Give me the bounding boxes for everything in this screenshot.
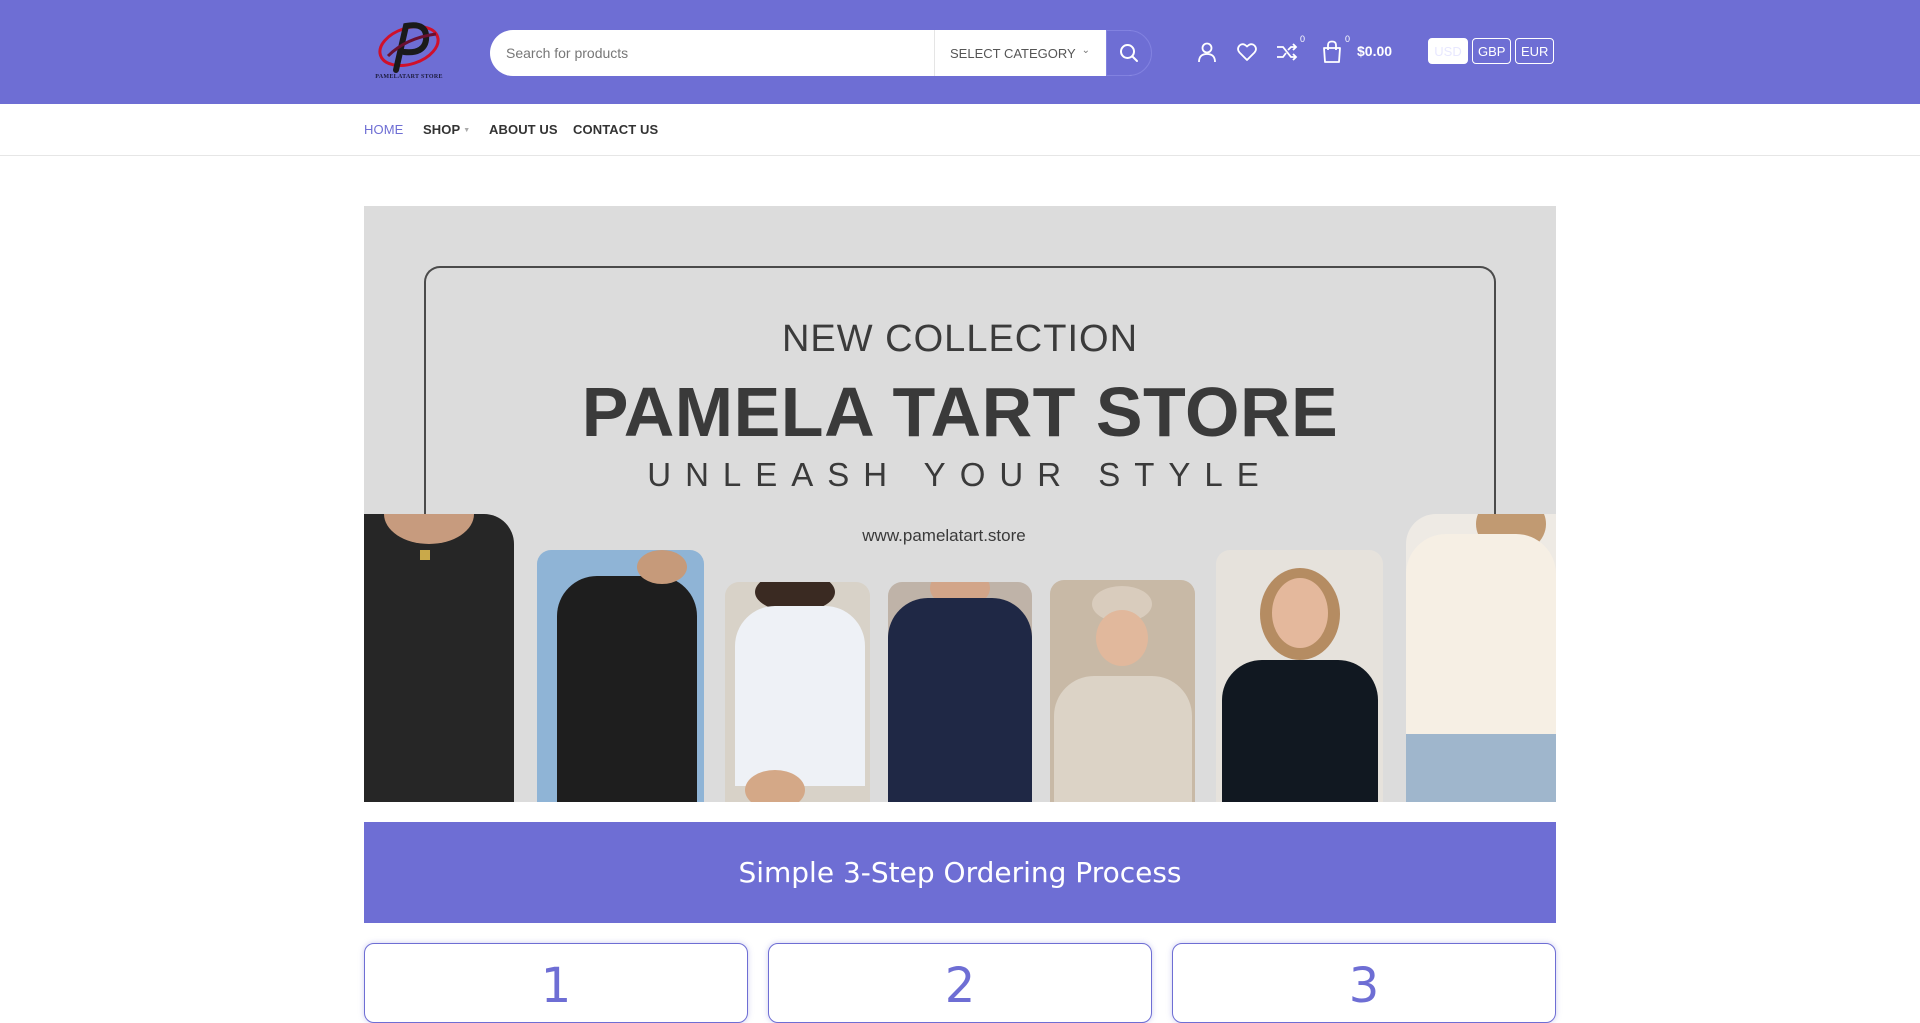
nav-item-shop[interactable]: SHOP ▼ — [423, 122, 470, 137]
chevron-down-icon: ⌄ — [1081, 45, 1090, 56]
currency-eur-button[interactable]: EUR — [1515, 38, 1555, 64]
heart-icon — [1237, 43, 1257, 61]
cart-count-badge: 0 — [1344, 34, 1350, 44]
hero-url: www.pamelatart.store — [862, 526, 1026, 545]
cart-icon — [1323, 40, 1341, 63]
hero-photo-navy-sweatshirt — [888, 582, 1032, 802]
logo-mark — [378, 22, 440, 73]
hero-photo-black-oversized-tee — [537, 550, 704, 802]
nav-item-about[interactable]: ABOUT US — [489, 122, 558, 137]
step-card-2: 2 — [768, 943, 1152, 1023]
account-button[interactable] — [1193, 38, 1221, 66]
top-header: PAMELATART STORE SELECT CATEGORY ⌄ — [0, 0, 1920, 104]
hero-kicker: NEW COLLECTION — [781, 318, 1139, 360]
hero-photo-black-tee — [364, 514, 514, 802]
hero-photo-beige-sweatshirt — [1050, 580, 1195, 802]
step-card-3: 3 — [1172, 943, 1556, 1023]
hero-photo-cream-tee — [1406, 514, 1556, 802]
cart-total[interactable]: $0.00 — [1357, 43, 1392, 59]
main-nav: HOME SHOP ▼ ABOUT US CONTACT US — [0, 104, 1920, 156]
category-select-value: SELECT CATEGORY — [950, 45, 1076, 61]
step-number: 3 — [1348, 958, 1380, 1014]
cart-button[interactable]: 0 — [1318, 34, 1350, 66]
chevron-down-icon: ▼ — [463, 127, 471, 135]
steps-title: Simple 3-Step Ordering Process — [738, 856, 1182, 889]
nav-item-contact[interactable]: CONTACT US — [573, 122, 658, 137]
compare-button[interactable]: 0 — [1273, 34, 1305, 66]
hero-banner[interactable]: NEW COLLECTION PAMELA TART STORE UNLEASH… — [364, 206, 1556, 802]
search-icon — [1120, 44, 1138, 62]
step-number: 2 — [944, 958, 976, 1014]
hero-subtitle: UNLEASH YOUR STYLE — [647, 456, 1273, 493]
compare-count-badge: 0 — [1299, 34, 1305, 44]
step-number: 1 — [540, 958, 572, 1014]
store-logo[interactable]: PAMELATART STORE — [366, 16, 452, 88]
hero-photo-white-tee — [725, 582, 870, 802]
search-input[interactable] — [490, 30, 934, 76]
logo-text: PAMELATART STORE — [375, 74, 443, 80]
user-icon — [1198, 42, 1216, 63]
nav-item-shop-label: SHOP — [423, 122, 461, 137]
currency-usd-button[interactable]: USD — [1428, 38, 1468, 64]
step-card-1: 1 — [364, 943, 748, 1023]
hero-photo-black-sweatshirt — [1216, 550, 1383, 802]
hero-title: PAMELA TART STORE — [581, 373, 1339, 451]
nav-item-home[interactable]: HOME — [364, 122, 403, 137]
steps-banner: Simple 3-Step Ordering Process — [364, 822, 1556, 923]
compare-icon — [1277, 43, 1298, 61]
category-select[interactable]: SELECT CATEGORY ⌄ — [934, 30, 1106, 76]
search-button[interactable] — [1106, 30, 1152, 76]
search-bar: SELECT CATEGORY ⌄ — [490, 30, 1150, 76]
wishlist-button[interactable] — [1233, 38, 1261, 66]
currency-gbp-button[interactable]: GBP — [1472, 38, 1512, 64]
